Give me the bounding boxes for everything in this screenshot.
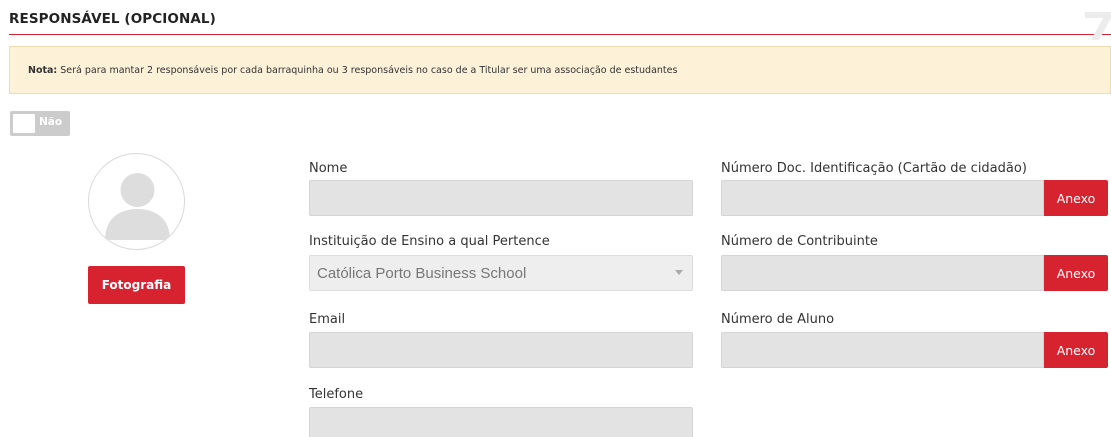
section-divider — [9, 34, 1111, 35]
responsavel-toggle[interactable]: Não — [10, 111, 70, 136]
doc-identificacao-anexo-button[interactable]: Anexo — [1044, 180, 1108, 216]
instituicao-label: Instituição de Ensino a qual Pertence — [309, 234, 550, 249]
toggle-knob — [13, 114, 35, 133]
telefone-label: Telefone — [309, 387, 364, 402]
toggle-label: Não — [39, 116, 63, 128]
telefone-input[interactable] — [309, 407, 693, 437]
aluno-label: Número de Aluno — [721, 312, 835, 327]
email-input[interactable] — [309, 332, 693, 368]
aluno-anexo-button[interactable]: Anexo — [1044, 332, 1108, 368]
email-label: Email — [309, 312, 346, 327]
doc-identificacao-label: Número Doc. Identificação (Cartão de cid… — [721, 161, 1027, 176]
aluno-input[interactable] — [721, 332, 1044, 368]
note-text: Será para mantar 2 responsáveis por cada… — [60, 64, 678, 76]
contribuinte-anexo-button[interactable]: Anexo — [1044, 255, 1108, 291]
nome-input[interactable] — [309, 180, 693, 216]
note-label: Nota: — [28, 64, 58, 76]
chevron-down-icon — [675, 270, 683, 275]
instituicao-select[interactable]: Católica Porto Business School — [309, 255, 693, 291]
section-title: RESPONSÁVEL (OPCIONAL) — [9, 11, 216, 27]
user-silhouette-icon — [105, 173, 170, 240]
nome-label: Nome — [309, 161, 348, 176]
responsavel-form: RESPONSÁVEL (OPCIONAL) Nota: Será para m… — [0, 0, 1111, 437]
avatar-placeholder — [88, 153, 185, 250]
photo-upload-button[interactable]: Fotografia — [88, 266, 185, 304]
contribuinte-label: Número de Contribuinte — [721, 234, 878, 249]
instituicao-selected-value: Católica Porto Business School — [317, 264, 527, 282]
doc-identificacao-input[interactable] — [721, 180, 1044, 216]
note-box: Nota: Será para mantar 2 responsáveis po… — [9, 46, 1111, 94]
contribuinte-input[interactable] — [721, 255, 1044, 291]
watermark-icon — [1081, 6, 1111, 40]
